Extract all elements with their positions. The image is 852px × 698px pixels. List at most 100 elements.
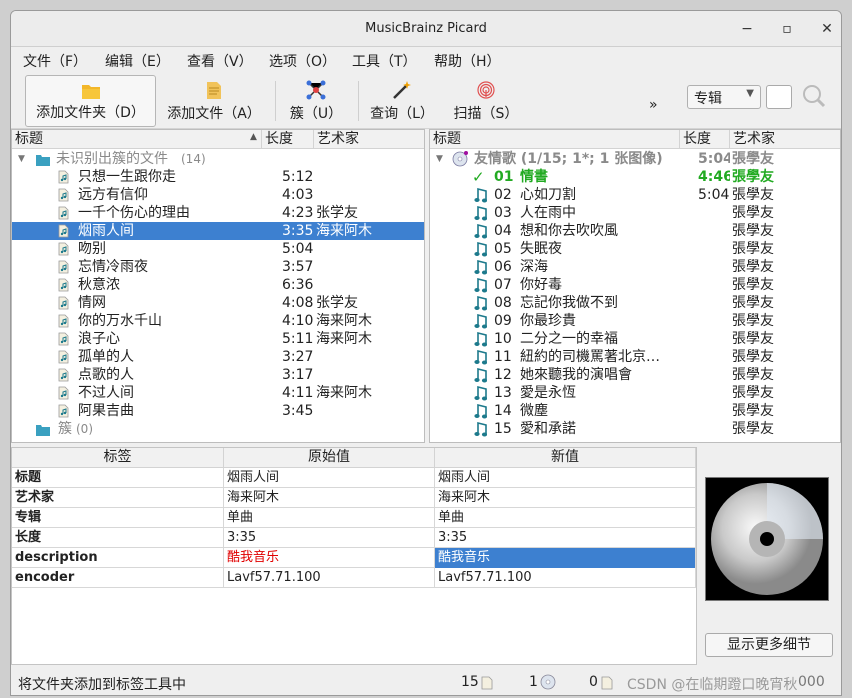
expand-arrow-icon[interactable]: ▼ (436, 150, 443, 168)
cluster-icon (306, 80, 326, 100)
column-header-artist[interactable]: 艺术家 (730, 130, 840, 149)
cluster-group[interactable]: 簇 (0) (12, 420, 424, 438)
music-note-icon (474, 421, 488, 437)
new-value[interactable]: 酷我音乐 (435, 548, 696, 568)
column-header-length[interactable]: 长度 (262, 130, 314, 149)
file-row[interactable]: 你的万水千山 4:10 海来阿木 (12, 312, 424, 330)
toolbar-overflow-button[interactable]: » (649, 97, 658, 113)
track-row[interactable]: 09 你最珍貴 張學友 (430, 312, 840, 330)
tag-name: description (12, 548, 224, 568)
maximize-button[interactable]: ▫ (776, 19, 798, 39)
status-message: 将文件夹添加到标签工具中 (18, 677, 186, 693)
view-mode-dropdown[interactable]: 专辑 ▼ (687, 85, 761, 109)
menu-view[interactable]: 查看（V） (187, 51, 253, 71)
file-row[interactable]: 烟雨人间 3:35 海来阿木 (12, 222, 424, 240)
menu-help[interactable]: 帮助（H） (434, 51, 501, 71)
lookup-button[interactable]: 查询（L） (367, 75, 437, 127)
original-value: 单曲 (224, 508, 435, 528)
column-header-title[interactable]: 标题 (430, 130, 680, 149)
music-note-icon (474, 187, 488, 203)
file-row[interactable]: 吻别 5:04 (12, 240, 424, 258)
audio-file-icon (58, 386, 69, 400)
track-row[interactable]: 03 人在雨中 張學友 (430, 204, 840, 222)
column-header-artist[interactable]: 艺术家 (314, 130, 424, 149)
column-header-new[interactable]: 新值 (435, 448, 696, 468)
watermark: CSDN @在临期蹬口晚宵秋 (627, 677, 798, 693)
track-row[interactable]: 08 忘記你我做不到 張學友 (430, 294, 840, 312)
column-header-length[interactable]: 长度 (680, 130, 730, 149)
file-length: 3:17 (282, 367, 314, 383)
track-number: 01 (494, 169, 514, 185)
close-button[interactable]: ✕ (816, 19, 838, 39)
file-row[interactable]: 远方有信仰 4:03 (12, 186, 424, 204)
file-row[interactable]: 秋意浓 6:36 (12, 276, 424, 294)
expand-arrow-icon[interactable]: ▼ (18, 150, 25, 168)
new-value[interactable]: 烟雨人间 (435, 468, 696, 488)
track-row[interactable]: 07 你好毒 張學友 (430, 276, 840, 294)
file-row[interactable]: 孤单的人 3:27 (12, 348, 424, 366)
scan-button[interactable]: 扫描（S） (451, 75, 521, 127)
album-row[interactable]: ▼ 友情歌 (1/15; 1*; 1 张图像) 5:04 張學友 (430, 150, 840, 168)
metadata-row[interactable]: description 酷我音乐 酷我音乐 (12, 548, 696, 568)
file-row[interactable]: 不过人间 4:11 海来阿木 (12, 384, 424, 402)
file-title: 只想一生跟你走 (78, 169, 176, 185)
track-artist: 張學友 (732, 331, 774, 347)
track-row[interactable]: 02 心如刀割 5:04 張學友 (430, 186, 840, 204)
metadata-row[interactable]: 标题 烟雨人间 烟雨人间 (12, 468, 696, 488)
column-header-original[interactable]: 原始值 (224, 448, 435, 468)
search-input[interactable] (766, 85, 792, 109)
file-title: 情网 (78, 295, 106, 311)
music-note-icon (474, 313, 488, 329)
file-row[interactable]: 情网 4:08 张学友 (12, 294, 424, 312)
metadata-row[interactable]: 艺术家 海来阿木 海来阿木 (12, 488, 696, 508)
file-row[interactable]: 阿果吉曲 3:45 (12, 402, 424, 420)
new-value[interactable]: 海来阿木 (435, 488, 696, 508)
show-more-details-button[interactable]: 显示更多细节 (705, 633, 833, 657)
track-artist: 張學友 (732, 205, 774, 221)
track-artist: 張學友 (732, 259, 774, 275)
track-row[interactable]: 15 愛和承諾 張學友 (430, 420, 840, 438)
track-row[interactable]: 11 紐約的司機罵著北京… 張學友 (430, 348, 840, 366)
new-value[interactable]: 3:35 (435, 528, 696, 548)
add-files-button[interactable]: 添加文件（A） (161, 75, 267, 127)
search-icon[interactable] (801, 83, 827, 109)
track-row[interactable]: 10 二分之一的幸福 張學友 (430, 330, 840, 348)
file-row[interactable]: 一千个伤心的理由 4:23 张学友 (12, 204, 424, 222)
track-row[interactable]: 13 愛是永恆 張學友 (430, 384, 840, 402)
cover-art[interactable] (705, 477, 829, 601)
track-title: 紐約的司機罵著北京… (520, 349, 660, 365)
file-row[interactable]: 忘情冷雨夜 3:57 (12, 258, 424, 276)
music-note-icon (474, 331, 488, 347)
track-artist: 張學友 (732, 277, 774, 293)
track-row[interactable]: 14 微塵 張學友 (430, 402, 840, 420)
column-header-tag[interactable]: 标签 (12, 448, 224, 468)
add-folder-button[interactable]: 添加文件夹（D） (25, 75, 156, 127)
cluster-button[interactable]: 簇（U） (283, 75, 349, 127)
minimize-button[interactable]: − (736, 19, 758, 39)
track-row[interactable]: ✓ 01 情書 4:46 張學友 (430, 168, 840, 186)
metadata-row[interactable]: encoder Lavf57.71.100 Lavf57.71.100 (12, 568, 696, 588)
metadata-row[interactable]: 专辑 单曲 单曲 (12, 508, 696, 528)
menu-file[interactable]: 文件（F） (23, 51, 87, 71)
file-row[interactable]: 浪子心 5:11 海来阿木 (12, 330, 424, 348)
column-header-title[interactable]: 标题 (12, 130, 262, 149)
unmatched-files-group[interactable]: ▼ 未识别出簇的文件 (14) (12, 150, 424, 168)
menu-edit[interactable]: 编辑（E） (105, 51, 170, 71)
audio-file-icon (58, 206, 69, 220)
audio-file-icon (58, 404, 69, 418)
track-row[interactable]: 05 失眠夜 張學友 (430, 240, 840, 258)
file-row[interactable]: 点歌的人 3:17 (12, 366, 424, 384)
track-row[interactable]: 12 她來聽我的演唱會 張學友 (430, 366, 840, 384)
file-row[interactable]: 只想一生跟你走 5:12 (12, 168, 424, 186)
menu-tools[interactable]: 工具（T） (352, 51, 417, 71)
new-value[interactable]: Lavf57.71.100 (435, 568, 696, 588)
cd-icon (711, 483, 823, 595)
toolbar: 添加文件夹（D） 添加文件（A） 簇（U） 查询（L） 扫描（S） » 专辑 ▼ (11, 73, 841, 129)
new-value[interactable]: 单曲 (435, 508, 696, 528)
track-row[interactable]: 06 深海 張學友 (430, 258, 840, 276)
fingerprint-icon (477, 81, 495, 99)
metadata-row[interactable]: 长度 3:35 3:35 (12, 528, 696, 548)
track-title: 二分之一的幸福 (520, 331, 618, 347)
menu-options[interactable]: 选项（O） (269, 51, 336, 71)
track-row[interactable]: 04 想和你去吹吹風 張學友 (430, 222, 840, 240)
